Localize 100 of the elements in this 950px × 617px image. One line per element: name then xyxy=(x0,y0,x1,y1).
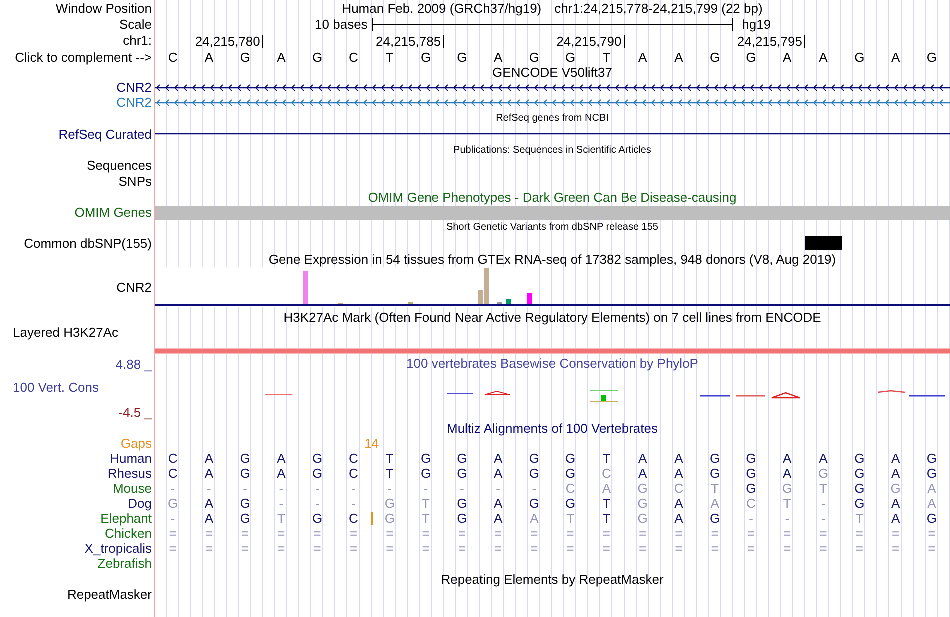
aligned-base: - xyxy=(352,496,356,511)
track-label: OMIM Genes xyxy=(74,205,152,220)
aligned-base: - xyxy=(279,481,284,496)
aligned-base: G xyxy=(746,481,756,496)
aligned-base: = xyxy=(711,526,719,541)
base-letter: A xyxy=(494,50,503,64)
aligned-base: A xyxy=(674,466,684,481)
aligned-base: A xyxy=(494,511,503,526)
aligned-base: = xyxy=(784,526,792,541)
base-letter: A xyxy=(891,50,900,64)
track-title: H3K27Ac Mark (Often Found Near Active Regulatory Elements) on 7 cell lines from ENCODE xyxy=(284,310,822,325)
aligned-base: G xyxy=(240,496,250,511)
aligned-base: G xyxy=(854,466,865,481)
aligned-base: - xyxy=(279,496,284,511)
track-label: Scale xyxy=(119,16,152,32)
ruler-tick: 24,215,785 xyxy=(376,35,444,48)
aligned-base: G xyxy=(420,451,432,466)
aligned-base: - xyxy=(460,481,464,496)
aligned-base: G xyxy=(457,496,468,511)
aligned-base: G xyxy=(710,451,720,466)
aligned-base: G xyxy=(638,511,648,526)
aligned-base: G xyxy=(240,511,250,526)
conservation-mark xyxy=(771,392,801,399)
aligned-base: = xyxy=(530,526,538,541)
species-label: Zebrafish xyxy=(98,556,152,571)
aligned-base: A xyxy=(494,451,503,466)
base-letter: G xyxy=(746,50,756,64)
aligned-base: A xyxy=(204,466,214,481)
base-letter: G xyxy=(457,50,468,64)
aligned-base: G xyxy=(240,451,250,466)
base-letter: G xyxy=(566,50,576,64)
base-letter: A xyxy=(277,50,286,64)
aligned-base: = xyxy=(856,541,864,556)
aligned-base: G xyxy=(529,496,540,511)
aligned-base: = xyxy=(350,541,358,556)
ruler-tick: 24,215,780 xyxy=(195,35,264,48)
aligned-base: A xyxy=(710,496,720,511)
base-letter: C xyxy=(349,50,358,64)
ruler-tick: 24,215,795 xyxy=(737,35,806,48)
aligned-base: A xyxy=(638,451,648,466)
aligned-base: = xyxy=(892,526,900,541)
aligned-base: = xyxy=(458,541,466,556)
aligned-base: = xyxy=(242,526,250,541)
aligned-base: = xyxy=(494,526,502,541)
aligned-base: A xyxy=(204,496,214,511)
track-label: CNR2 xyxy=(116,80,152,95)
base-letter: G xyxy=(926,50,937,64)
conservation-mark xyxy=(264,394,292,395)
aligned-base: G xyxy=(168,496,178,511)
aligned-base: A xyxy=(494,496,503,511)
aligned-base: G xyxy=(312,511,323,526)
base-letter: T xyxy=(602,50,611,64)
aligned-base: C xyxy=(674,481,684,496)
species-label: X_tropicalis xyxy=(84,541,152,556)
aligned-base: T xyxy=(783,496,792,511)
aligned-base: A xyxy=(674,511,684,526)
aligned-base: = xyxy=(278,541,286,556)
aligned-base: = xyxy=(820,541,828,556)
aligned-base: - xyxy=(170,511,176,526)
assembly-label: hg19 xyxy=(742,16,772,32)
species-label: Human xyxy=(110,451,152,466)
aligned-base: A xyxy=(638,466,648,481)
expression-bar xyxy=(527,293,532,304)
expression-bar xyxy=(303,271,308,304)
aligned-base: = xyxy=(494,541,502,556)
aligned-base: C xyxy=(168,451,178,466)
aligned-base: = xyxy=(205,541,213,556)
base-letter: T xyxy=(386,50,394,64)
track-label: CNR2 xyxy=(116,280,152,294)
aligned-base: T xyxy=(566,511,575,526)
base-letter: G xyxy=(312,50,323,64)
track-title: Multiz Alignments of 100 Vertebrates xyxy=(446,420,658,436)
aligned-base: C xyxy=(349,451,358,466)
aligned-base: - xyxy=(749,511,754,526)
species-label: Dog xyxy=(128,496,152,511)
track-label: RefSeq Curated xyxy=(58,126,152,142)
aligned-base: = xyxy=(566,526,574,541)
conservation-mark xyxy=(700,395,730,397)
aligned-base: G xyxy=(710,511,720,526)
species-label: Mouse xyxy=(112,481,152,496)
track-title: Publications: Sequences in Scientific Articles xyxy=(454,144,652,158)
aligned-base: T xyxy=(602,496,611,511)
aligned-base: = xyxy=(602,541,610,556)
aligned-base: C xyxy=(349,466,358,481)
aligned-base: A xyxy=(204,451,214,466)
aligned-base: A xyxy=(494,466,503,481)
aligned-base: G xyxy=(746,466,756,481)
axis-min-label: -4.5 _ xyxy=(118,405,152,420)
base-letter: A xyxy=(204,50,214,64)
aligned-base: - xyxy=(170,481,176,496)
aligned-base: A xyxy=(928,496,936,511)
aligned-base: = xyxy=(314,526,322,541)
aligned-base: G xyxy=(746,451,756,466)
species-label: Chicken xyxy=(105,526,152,541)
aligned-base: - xyxy=(496,481,500,496)
gap-count: 14 xyxy=(364,436,380,451)
aligned-base: = xyxy=(856,526,864,541)
aligned-base: G xyxy=(529,451,540,466)
complement-link[interactable]: Click to complement --> xyxy=(15,50,152,64)
base-letter: G xyxy=(854,50,865,64)
